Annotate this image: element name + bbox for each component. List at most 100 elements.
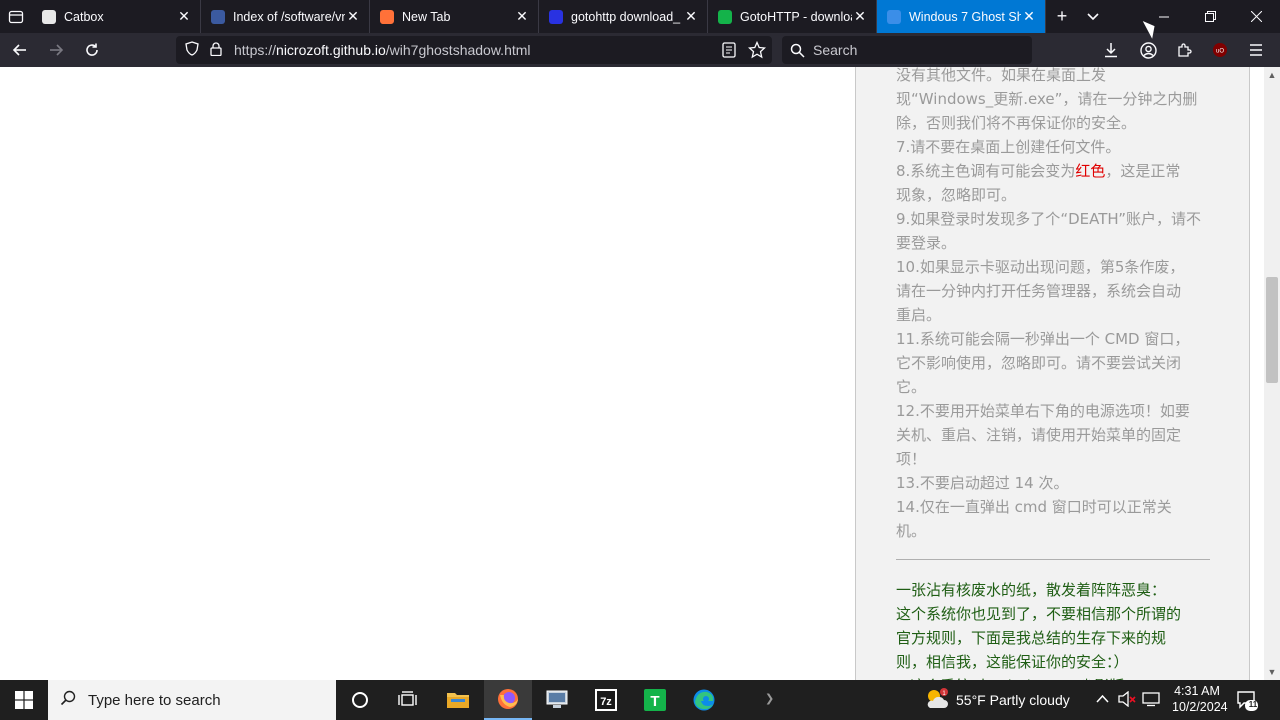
tab-title: Catbox [64,9,104,24]
list-all-tabs-button[interactable] [1078,0,1108,33]
new-tab-button[interactable]: + [1046,0,1078,33]
hamburger-menu-icon [1250,44,1262,56]
volume-muted-icon[interactable] [1118,690,1136,710]
network-icon[interactable] [1142,691,1160,710]
restore-icon [1204,11,1216,22]
forward-button[interactable] [40,34,72,66]
scroll-up-arrow-icon[interactable]: ▲ [1264,67,1280,83]
close-tab-icon[interactable]: ✕ [1021,8,1037,25]
weather-icon[interactable]: 1 [924,686,950,714]
note-line: 这个系统你也见到了，不要相信那个所谓的 [896,605,1182,623]
tab-2[interactable]: New Tab ✕ [370,0,539,33]
download-icon [1105,43,1117,58]
url-path: /wih7ghostshadow.html [385,42,531,58]
tab-4[interactable]: GotoHTTP - downloa ✕ [708,0,877,33]
tab-0[interactable]: Catbox ✕ [32,0,201,33]
rule-text: 8.系统主色调有可能会变为 [896,162,1076,180]
task-view-button[interactable] [384,680,432,720]
tab-title: gotohttp download_ [571,9,681,24]
app-menu-button[interactable] [1238,33,1274,67]
note-line: 则，相信我，这能保证你的安全：） [896,653,1129,671]
7zip-icon: 7z [595,689,617,711]
windows-taskbar: Type here to search 7z T ❯ 1 55°F Partly… [0,680,1280,720]
tracking-protection-shield-icon[interactable] [180,41,204,59]
gotohttp-icon: T [644,689,666,711]
rule-line: 它。 [896,378,927,396]
tab-strip: Catbox ✕ Index of /software/vn ✕ New Tab ✕ got… [0,0,1280,33]
windows-logo-icon [15,691,33,709]
system-config-taskbar-button[interactable] [533,680,581,720]
rule-text: ，这是正常 [1105,162,1181,180]
close-tab-icon[interactable]: ✕ [345,8,361,25]
extensions-button[interactable] [1166,33,1202,67]
account-icon [1139,41,1157,59]
vertical-scrollbar[interactable]: ▲ ▼ [1264,67,1280,680]
scrollbar-thumb[interactable] [1266,277,1278,383]
start-button[interactable] [0,680,48,720]
arrow-right-icon [50,44,64,56]
close-tab-icon[interactable]: ✕ [176,8,192,25]
reload-icon [86,43,98,56]
tab-title: Windous 7 Ghost Sha [909,9,1021,24]
tab-1[interactable]: Index of /software/vn ✕ [201,0,370,33]
rule-line: 现象，忽略即可。 [896,186,1017,204]
firefox-taskbar-button[interactable] [484,680,532,720]
close-tab-icon[interactable]: ✕ [683,8,699,25]
section-divider [896,559,1210,560]
rule-line: 8.系统主色调有可能会变为红色，这是正常 [896,159,1212,183]
search-bar[interactable]: Search [782,36,1032,64]
tab-5[interactable]: Windous 7 Ghost Sha ✕ [877,0,1046,33]
close-window-button[interactable] [1233,0,1279,33]
account-button[interactable] [1130,33,1166,67]
folder-icon [447,693,469,708]
favicon-icon [549,9,563,24]
arrow-left-icon [12,44,26,56]
rule-line: 13.不要启动超过 14 次。 [896,474,1069,492]
rule-line: 机。 [896,522,927,540]
taskbar-search-box[interactable]: Type here to search [48,680,336,720]
close-tab-icon[interactable]: ✕ [852,8,868,25]
ublock-origin-button[interactable]: uO [1202,33,1238,67]
svg-text:uO: uO [1216,49,1224,55]
scroll-down-arrow-icon[interactable]: ▼ [1264,664,1280,680]
back-button[interactable] [4,34,36,66]
7zip-taskbar-button[interactable]: 7z [582,680,630,720]
tray-overflow-chevron-icon[interactable] [1096,691,1109,707]
rule-line: 除，否则我们将不再保证你的安全。 [896,114,1137,132]
clock-time: 4:31 AM [1174,684,1220,698]
reload-button[interactable] [76,34,108,66]
ublock-icon: uO [1213,43,1227,57]
rules-panel: 没有其他文件。如果在桌面上发 现“Windows_更新.exe”，请在一分钟之内删… [855,67,1250,680]
rule-line: 重启。 [896,306,942,324]
cortana-button[interactable] [336,680,384,720]
firefox-view-button[interactable] [0,0,32,33]
note-line: 一张沾有核废水的纸，散发着阵阵恶臭： [896,581,1167,599]
favicon-icon [42,9,56,24]
tab-title: GotoHTTP - downloa [740,9,852,24]
weather-text[interactable]: 55°F Partly cloudy [956,692,1070,708]
gotohttp-taskbar-button[interactable]: T [631,680,679,720]
url-text: https://nicrozoft.github.io/wih7ghostsha… [234,42,531,58]
taskbar-overflow-chevron-icon[interactable]: ❯ [765,692,774,705]
favicon-icon [887,9,901,24]
puzzle-icon [1178,43,1192,57]
bookmark-star-icon[interactable] [747,40,767,62]
clock[interactable]: 4:31 AM 10/2/2024 [1172,683,1228,715]
file-explorer-taskbar-button[interactable] [434,680,482,720]
chevron-down-icon [1087,12,1099,20]
edge-taskbar-button[interactable] [680,680,728,720]
minimize-icon [1159,16,1169,17]
tab-title: New Tab [402,9,451,24]
reader-view-icon[interactable] [722,42,736,61]
rule-line: 10.如果显示卡驱动出现问题，第5条作废， [896,258,1185,276]
rule-line: 它不影响使用，忽略即可。请不要尝试关闭 [896,354,1182,372]
rule-line: 要登录。 [896,234,957,252]
close-tab-icon[interactable]: ✕ [514,8,530,25]
action-center-button[interactable]: 11 [1236,689,1258,714]
svg-text:T: T [650,693,659,710]
address-bar[interactable]: https://nicrozoft.github.io/wih7ghostsha… [176,36,772,64]
lock-icon[interactable] [204,41,228,59]
downloads-button[interactable] [1093,33,1129,67]
tab-3[interactable]: gotohttp download_ ✕ [539,0,708,33]
restore-button[interactable] [1187,0,1233,33]
